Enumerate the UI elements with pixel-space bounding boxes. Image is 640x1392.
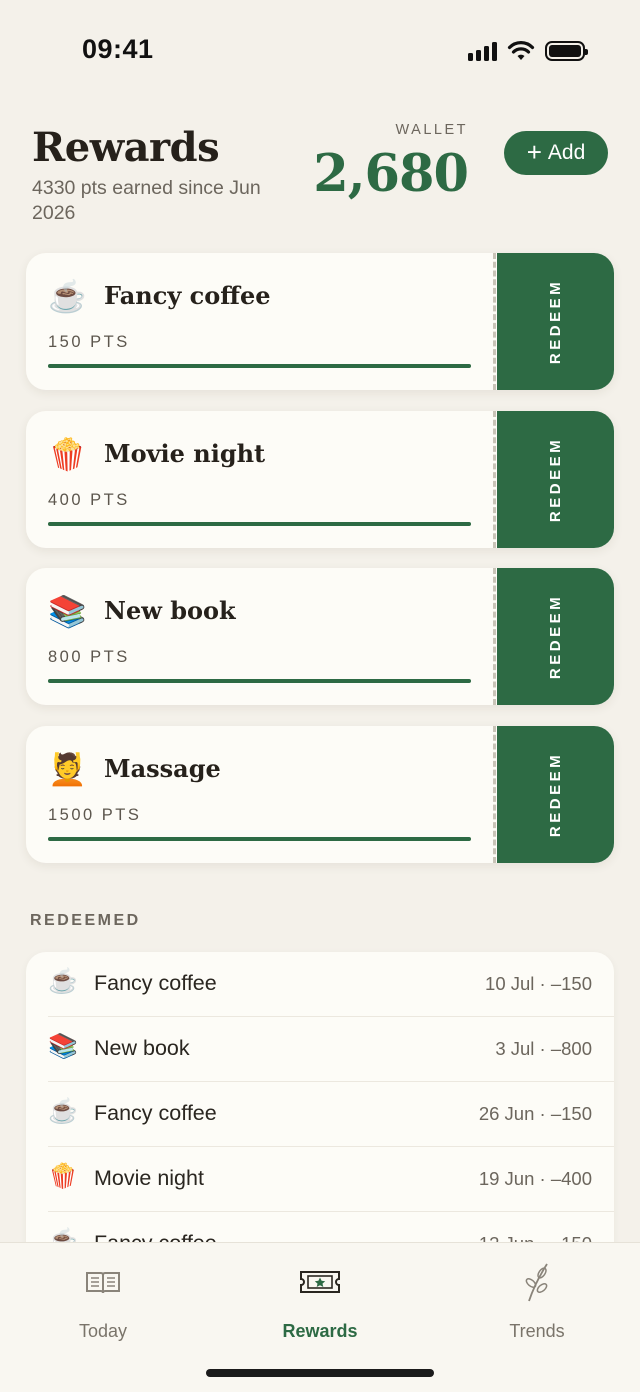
redeem-label: REDEEM [547,278,564,365]
battery-icon [545,41,588,61]
reward-progress-bar [48,679,471,683]
reward-progress-fill [48,521,471,526]
redeem-label: REDEEM [547,593,564,680]
add-reward-button[interactable]: + Add [504,131,608,175]
reward-progress-fill [48,836,471,841]
tab-rewards[interactable]: Rewards [250,1261,390,1342]
coffee-icon: ☕ [48,968,78,995]
reward-progress-fill [48,679,471,683]
history-item-meta: 10 Jul · –150 [485,973,592,994]
reward-name: Movie night [104,438,266,468]
list-item[interactable]: 📚 New book 3 Jul · –800 [48,1017,614,1082]
list-item[interactable]: ☕ Fancy coffee 10 Jul · –150 [48,952,614,1017]
history-item-meta: 3 Jul · –800 [495,1038,592,1059]
popcorn-icon: 🍿 [48,436,87,472]
books-icon: 📚 [48,594,87,629]
plus-icon: + [526,137,542,167]
reward-name: New book [104,596,236,625]
cellular-signal-icon [468,41,497,61]
book-icon [86,1272,120,1294]
reward-card: ☕ Fancy coffee 150 PTS REDEEM [26,253,614,390]
history-item-name: Fancy coffee [94,1101,217,1125]
reward-cost: 150 PTS [48,333,130,351]
redeem-button[interactable]: REDEEM [497,725,614,863]
status-icons [468,40,588,62]
reward-progress-bar [48,521,471,526]
popcorn-icon: 🍿 [48,1163,78,1190]
reward-card-body[interactable]: ☕ Fancy coffee 150 PTS [26,253,496,390]
reward-card-body[interactable]: 💆 Massage 1500 PTS [26,726,496,863]
redeem-label: REDEEM [547,436,564,522]
rewards-header: Rewards 4330 pts earned since Jun 2026 W… [0,110,640,240]
reward-name: Fancy coffee [104,281,271,310]
history-item-name: New book [94,1036,190,1060]
tab-label: Rewards [282,1321,358,1341]
books-icon: 📚 [48,1033,78,1060]
redeem-button[interactable]: REDEEM [497,568,614,705]
reward-progress-bar [48,364,471,368]
coffee-icon: ☕ [48,1098,78,1125]
list-item[interactable]: 🍿 Movie night 19 Jun · –400 [48,1147,614,1212]
reward-list: ☕ Fancy coffee 150 PTS REDEEM 🍿 Movie ni… [26,253,614,883]
history-item-name: Movie night [94,1166,204,1190]
redeem-button[interactable]: REDEEM [497,253,614,390]
ticket-icon [300,1271,340,1293]
points-earned-subtitle: 4330 pts earned since Jun 2026 [32,177,261,224]
tab-label: Today [78,1321,128,1341]
history-item-meta: 26 Jun · –150 [478,1103,592,1124]
sprig-icon [525,1263,548,1302]
tab-label: Trends [509,1321,565,1341]
reward-card: 💆 Massage 1500 PTS REDEEM [26,725,614,863]
wifi-icon [507,41,535,60]
tab-trends[interactable]: Trends [467,1261,607,1342]
ticket-perforation [493,725,496,863]
reward-card: 🍿 Movie night 400 PTS REDEEM [26,410,614,548]
list-item[interactable]: ☕ Fancy coffee 26 Jun · –150 [48,1082,614,1147]
tab-today[interactable]: Today [33,1261,173,1342]
home-indicator [206,1369,434,1377]
massage-icon: 💆 [48,751,87,787]
reward-card-body[interactable]: 📚 New book 800 PTS [26,568,496,705]
wallet-balance: 2,680 [313,144,469,204]
reward-card: 📚 New book 800 PTS REDEEM [26,568,614,705]
history-item-name: Fancy coffee [94,971,217,995]
ticket-perforation [493,253,496,390]
history-item-meta: 19 Jun · –400 [478,1168,592,1189]
reward-cost: 800 PTS [48,648,130,666]
ticket-perforation [493,410,496,548]
redeemed-history-list[interactable]: ☕ Fancy coffee 10 Jul · –150 📚 New book … [26,952,614,1252]
add-button-label: Add [547,141,586,164]
redeemed-section-label: REDEEMED [30,912,141,929]
reward-cost: 400 PTS [48,490,130,509]
redeem-button[interactable]: REDEEM [497,410,614,548]
reward-progress-bar [48,836,471,841]
reward-card-body[interactable]: 🍿 Movie night 400 PTS [26,411,496,548]
status-time: 09:41 [82,34,154,64]
reward-progress-fill [48,364,471,368]
status-bar: 09:41 [0,0,640,100]
reward-name: Massage [104,753,221,783]
ticket-perforation [493,568,496,705]
page-title: Rewards [32,124,220,171]
coffee-icon: ☕ [48,279,87,314]
reward-cost: 1500 PTS [48,805,142,824]
wallet-label: WALLET [395,122,468,138]
redeem-label: REDEEM [547,751,564,837]
